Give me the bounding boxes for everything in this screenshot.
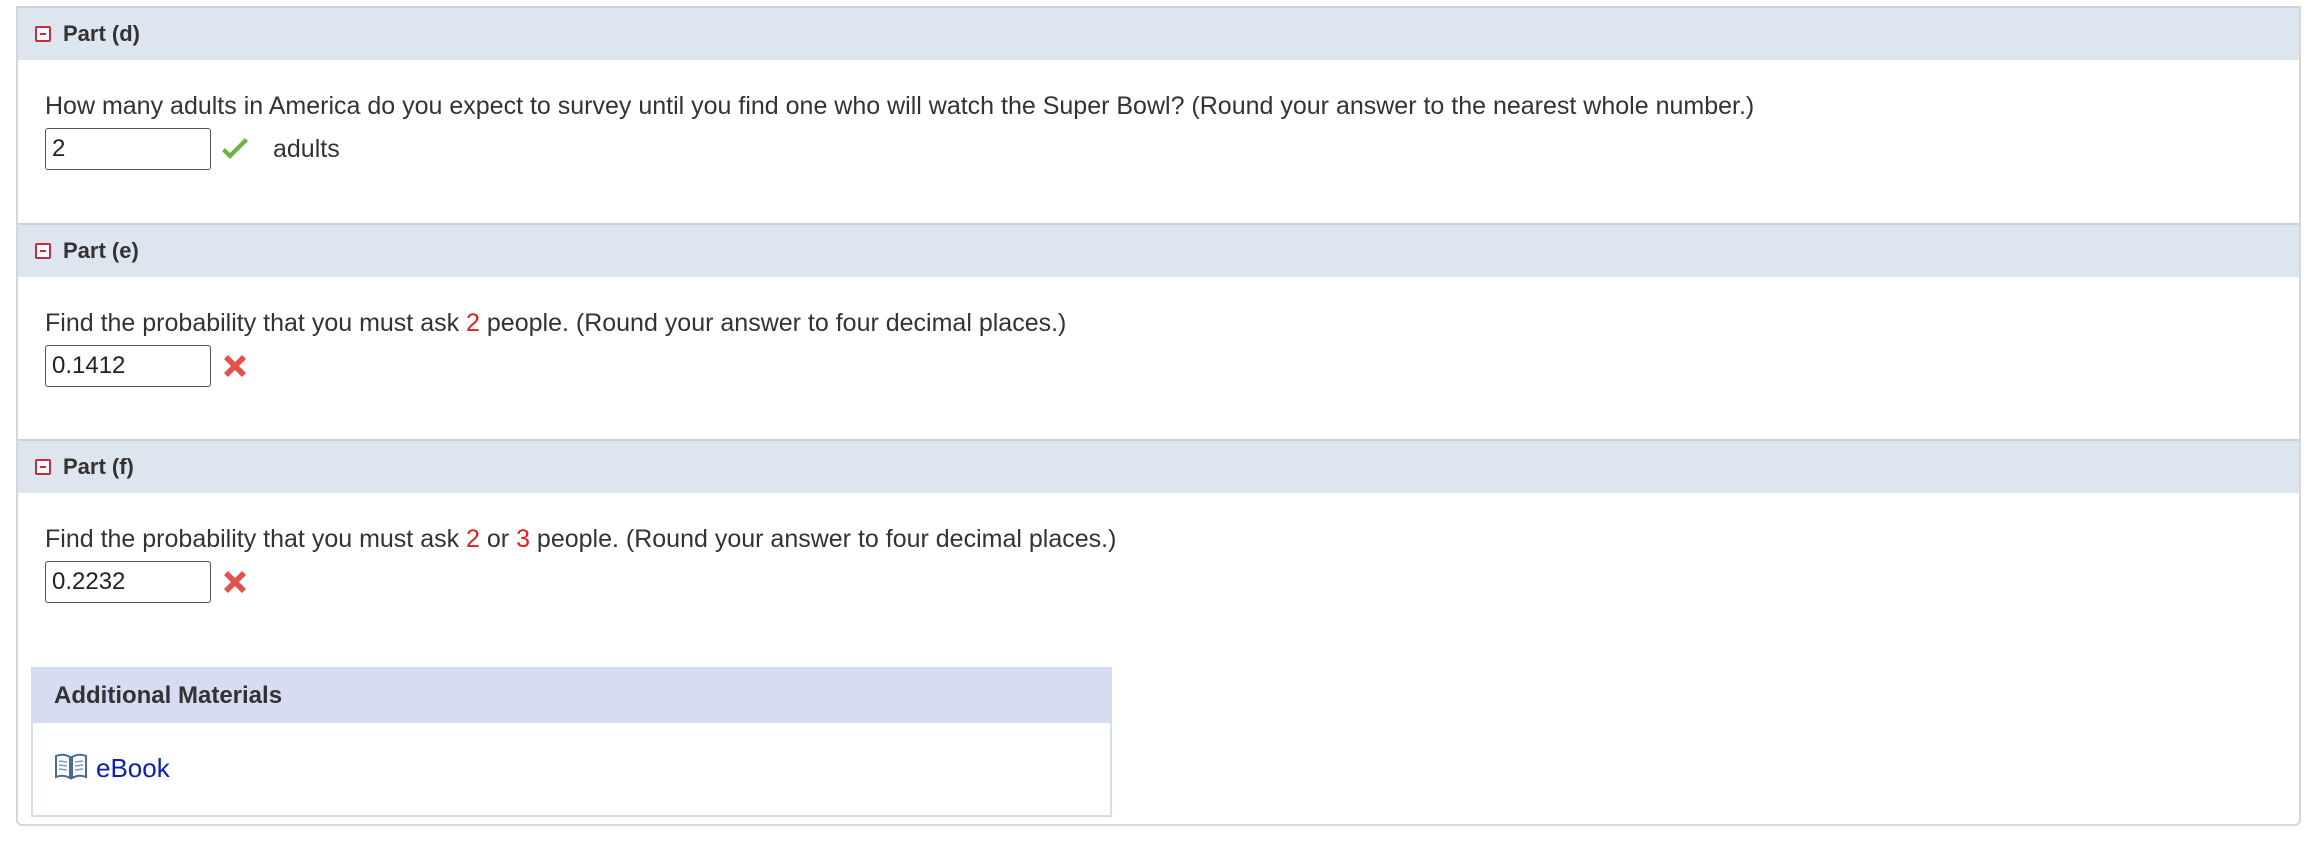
highlight-value: 2 bbox=[466, 525, 480, 553]
part-d-answer-input[interactable] bbox=[45, 128, 211, 170]
part-e-answer-input[interactable] bbox=[45, 345, 211, 387]
part-e-answer-row bbox=[45, 345, 251, 387]
part-f-answer-input[interactable] bbox=[45, 561, 211, 603]
ebook-item[interactable]: eBook bbox=[54, 752, 170, 785]
part-d-header[interactable]: Part (d) bbox=[18, 6, 2299, 60]
collapse-icon[interactable] bbox=[35, 459, 51, 475]
collapse-icon[interactable] bbox=[35, 243, 51, 259]
part-d-unit: adults bbox=[273, 134, 340, 163]
question-text: Find the probability that you must ask bbox=[45, 309, 467, 337]
x-icon bbox=[219, 350, 251, 382]
question-text: Find the probability that you must ask bbox=[45, 525, 467, 553]
question-text: or bbox=[479, 525, 517, 553]
collapse-icon[interactable] bbox=[35, 26, 51, 42]
checkmark-icon bbox=[219, 133, 251, 165]
part-f-answer-row bbox=[45, 561, 251, 603]
part-f-header[interactable]: Part (f) bbox=[18, 439, 2299, 493]
question-panel: Part (d) How many adults in America do y… bbox=[16, 6, 2301, 826]
part-e-header[interactable]: Part (e) bbox=[18, 223, 2299, 277]
question-text: people. (Round your answer to four decim… bbox=[529, 525, 1117, 553]
highlight-value: 2 bbox=[466, 309, 480, 337]
part-f-title: Part (f) bbox=[63, 454, 134, 479]
additional-materials-title: Additional Materials bbox=[33, 669, 1110, 723]
part-d-question: How many adults in America do you expect… bbox=[45, 92, 1755, 120]
ebook-link[interactable]: eBook bbox=[96, 753, 170, 784]
book-icon bbox=[54, 752, 88, 785]
highlight-value: 3 bbox=[516, 525, 530, 553]
part-f-question: Find the probability that you must ask 2… bbox=[45, 525, 1116, 554]
additional-materials-panel: Additional Materials eBook bbox=[31, 667, 1112, 817]
part-d-title: Part (d) bbox=[63, 21, 140, 46]
x-icon bbox=[219, 566, 251, 598]
part-e-title: Part (e) bbox=[63, 238, 139, 263]
part-e-question: Find the probability that you must ask 2… bbox=[45, 309, 1066, 338]
question-text: people. (Round your answer to four decim… bbox=[479, 309, 1067, 337]
part-d-answer-row: adults bbox=[45, 128, 340, 170]
